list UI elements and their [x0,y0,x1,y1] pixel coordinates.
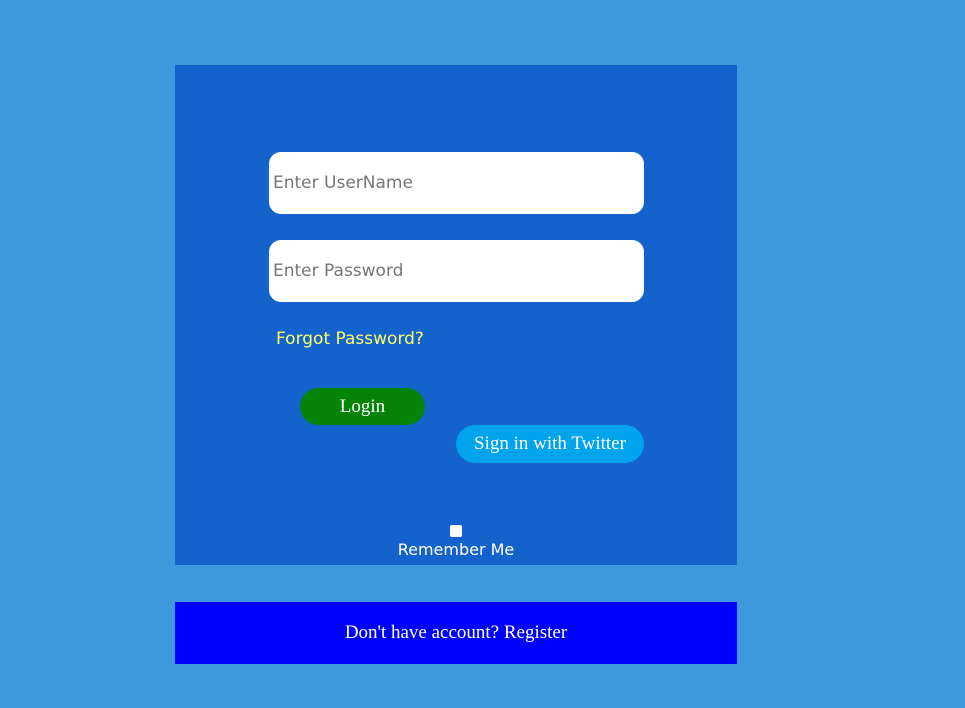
forgot-password-link[interactable]: Forgot Password? [276,329,424,349]
username-input[interactable] [269,152,644,214]
password-input[interactable] [269,240,644,302]
login-panel: Forgot Password? Login Sign in with Twit… [175,65,737,565]
remember-me-checkbox[interactable] [450,525,462,537]
login-button[interactable]: Login [300,388,425,425]
register-link[interactable]: Don't have account? Register [345,622,567,644]
remember-me-label: Remember Me [397,540,515,559]
twitter-signin-button[interactable]: Sign in with Twitter [456,425,644,463]
register-bar: Don't have account? Register [175,602,737,664]
